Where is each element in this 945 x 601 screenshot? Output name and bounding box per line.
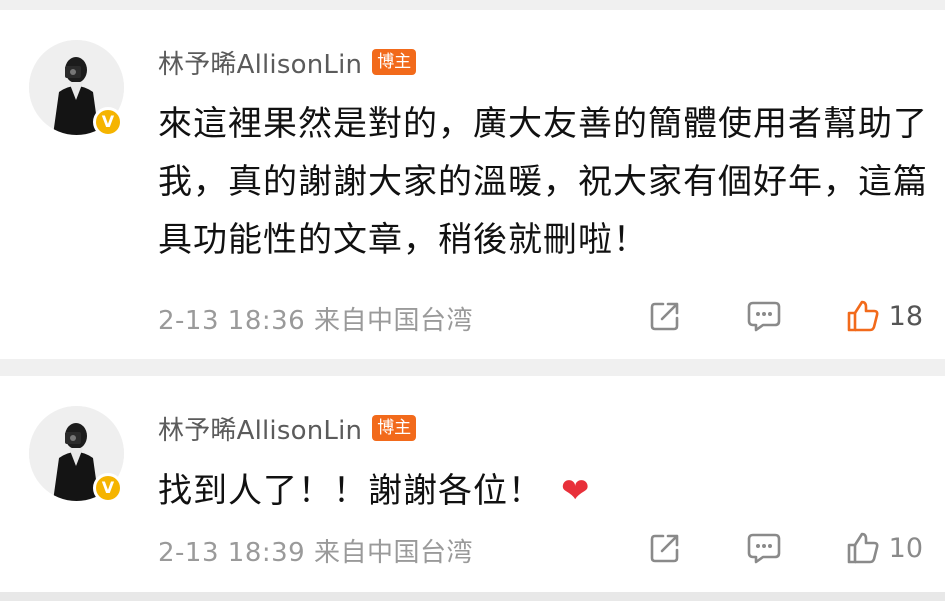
comment-item: V 林予晞AllisonLin 博主 找到人了！！謝謝各位！ ❤ 2-13 18:… bbox=[0, 376, 945, 592]
like-count: 18 bbox=[888, 300, 923, 332]
blogger-badge: 博主 bbox=[372, 415, 417, 441]
comment-text: 找到人了！！謝謝各位！ ❤ bbox=[158, 462, 928, 520]
action-bar: 10 bbox=[647, 528, 923, 568]
divider bbox=[0, 592, 945, 601]
blogger-badge: 博主 bbox=[372, 49, 417, 75]
like-count: 10 bbox=[888, 532, 923, 564]
heart-emoji-icon: ❤ bbox=[561, 471, 591, 511]
author-row: 林予晞AllisonLin 博主 bbox=[158, 44, 417, 81]
like-icon bbox=[847, 300, 879, 332]
avatar[interactable]: V bbox=[29, 406, 124, 503]
like-icon bbox=[847, 532, 879, 564]
share-button[interactable] bbox=[647, 296, 683, 336]
avatar[interactable]: V bbox=[29, 40, 124, 137]
action-bar: 18 bbox=[647, 296, 923, 336]
comment-text-body: 找到人了！！謝謝各位！ bbox=[158, 471, 543, 511]
comment-item: V 林予晞AllisonLin 博主 來這裡果然是對的，廣大友善的簡體使用者幫助… bbox=[0, 10, 945, 359]
username[interactable]: 林予晞AllisonLin bbox=[158, 44, 362, 81]
like-button[interactable]: 18 bbox=[845, 296, 923, 336]
comment-meta: 2-13 18:36 来自中国台湾 bbox=[158, 306, 473, 336]
comment-icon bbox=[747, 533, 780, 564]
comment-icon bbox=[747, 301, 780, 332]
username[interactable]: 林予晞AllisonLin bbox=[158, 410, 362, 447]
share-icon bbox=[650, 534, 678, 563]
comment-meta: 2-13 18:39 来自中国台湾 bbox=[158, 538, 473, 568]
reply-button[interactable] bbox=[745, 528, 783, 568]
verified-badge-icon: V bbox=[93, 473, 123, 503]
like-button[interactable]: 10 bbox=[845, 528, 923, 568]
share-button[interactable] bbox=[647, 528, 683, 568]
reply-button[interactable] bbox=[745, 296, 783, 336]
verified-badge-icon: V bbox=[93, 107, 123, 137]
comment-text: 來這裡果然是對的，廣大友善的簡體使用者幫助了我，真的謝謝大家的溫暖，祝大家有個好… bbox=[158, 104, 928, 260]
author-row: 林予晞AllisonLin 博主 bbox=[158, 410, 417, 447]
share-icon bbox=[650, 302, 678, 331]
